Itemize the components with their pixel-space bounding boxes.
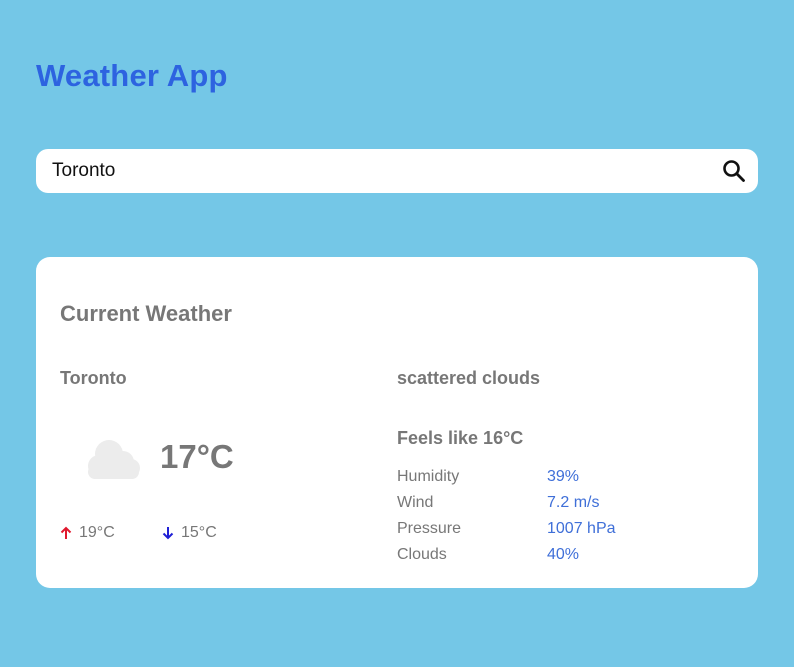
search-icon [723,160,745,182]
detail-row-wind: Wind 7.2 m/s [397,492,697,518]
city-name: Toronto [60,368,127,388]
detail-value: 39% [547,468,580,485]
detail-row-humidity: Humidity 39% [397,466,697,492]
arrow-up-icon [60,526,72,539]
app-title: Weather App [36,58,228,93]
feels-like: Feels like 16°C [397,428,524,448]
temperature: 17°C [160,438,234,475]
weather-description: scattered clouds [397,368,541,388]
detail-value: 7.2 m/s [547,494,600,511]
detail-row-clouds: Clouds 40% [397,544,697,570]
search-button[interactable] [722,159,746,183]
detail-value: 40% [547,546,580,563]
detail-label: Humidity [397,468,460,485]
weather-details: Humidity 39% Wind 7.2 m/s Pressure 1007 … [397,466,697,570]
temp-min: 15°C [162,523,217,543]
card-title: Current Weather [60,301,232,326]
temp-max: 19°C [60,523,115,543]
detail-label: Pressure [397,520,462,537]
arrow-down-icon [162,527,174,540]
cloud-icon [88,440,140,479]
search-input[interactable] [52,149,702,193]
search-bar [36,149,758,193]
detail-label: Wind [397,494,434,511]
detail-row-pressure: Pressure 1007 hPa [397,518,697,544]
detail-label: Clouds [397,546,447,563]
detail-value: 1007 hPa [547,520,616,537]
temp-min-value: 15°C [181,524,217,541]
current-weather-card: Current Weather Toronto scattered clouds… [36,257,758,588]
temp-max-value: 19°C [79,524,115,541]
